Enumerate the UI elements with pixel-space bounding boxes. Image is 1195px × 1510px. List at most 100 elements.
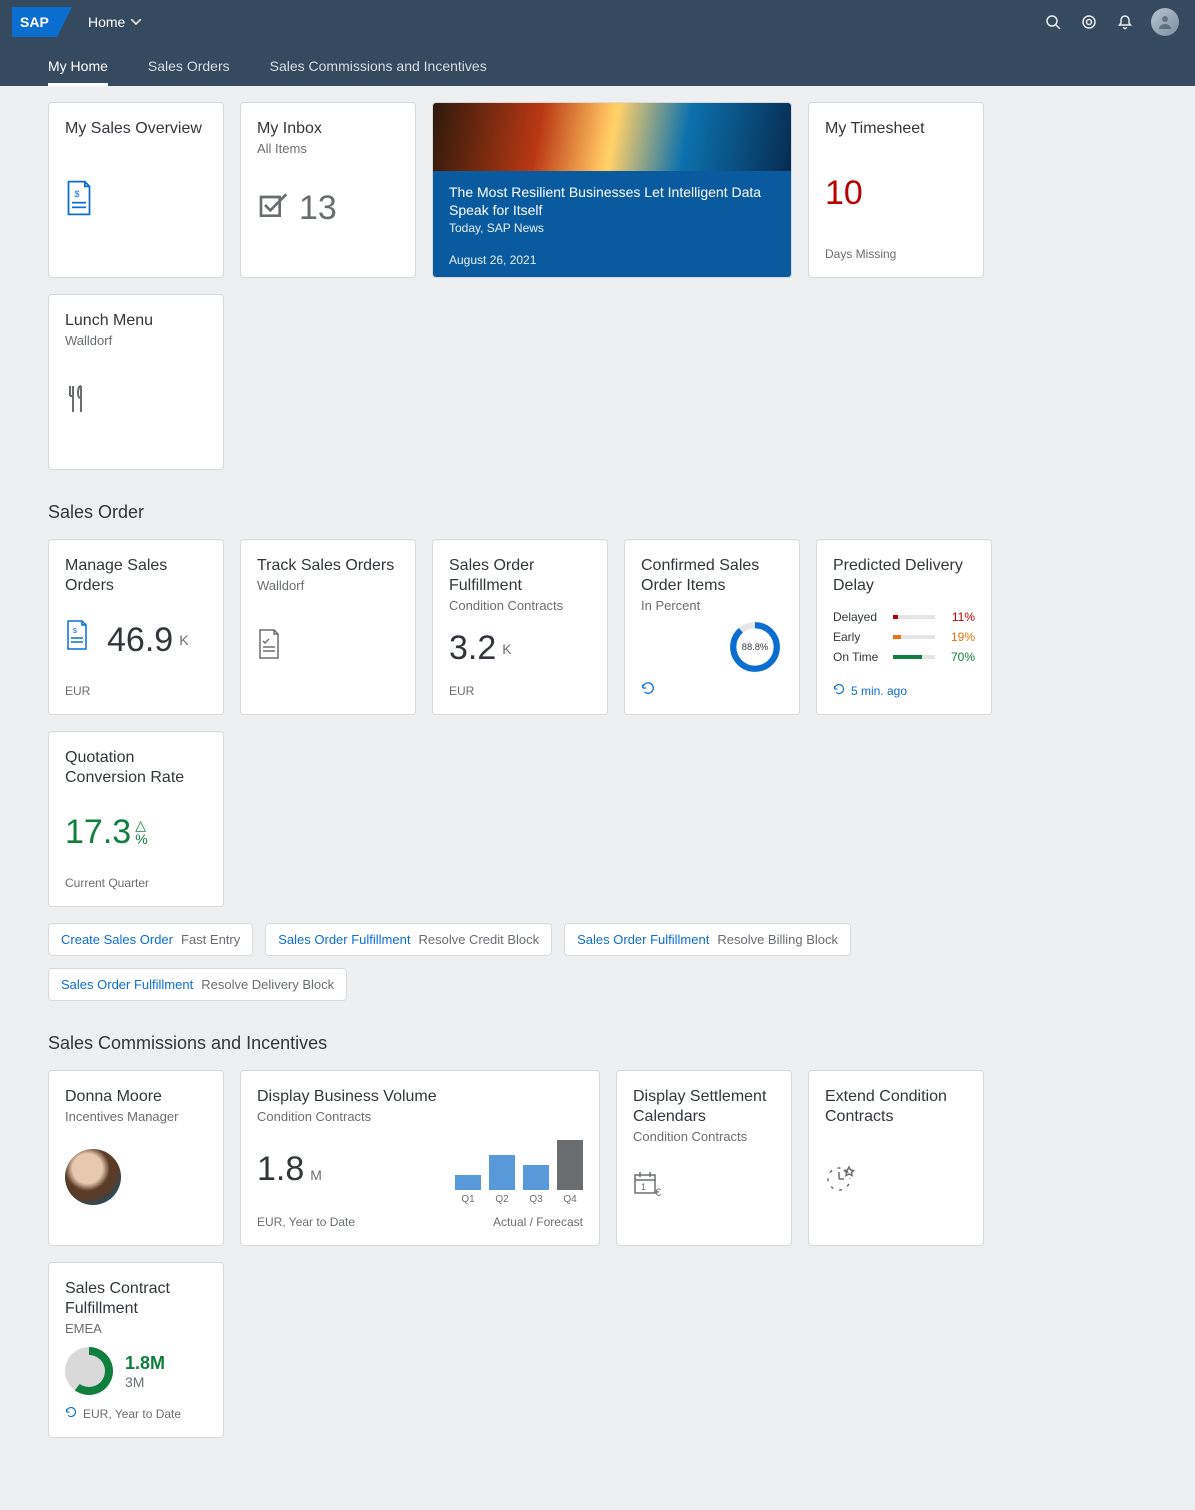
user-avatar[interactable] bbox=[1151, 8, 1179, 36]
tile-extend-contracts[interactable]: Extend Condition Contracts bbox=[808, 1070, 984, 1246]
tile-subtitle: EMEA bbox=[65, 1321, 207, 1336]
logo-area: SAP Home bbox=[0, 7, 141, 37]
news-body: The Most Resilient Businesses Let Intell… bbox=[433, 171, 791, 277]
contract-secondary: 3M bbox=[125, 1374, 165, 1390]
tile-manage-sales-orders[interactable]: Manage Sales Orders $ 46.9 K EUR bbox=[48, 539, 224, 715]
timesheet-value: 10 bbox=[825, 174, 863, 213]
svg-text:$: $ bbox=[74, 189, 80, 199]
status-rows: Delayed 11% Early 19% On Time 70% bbox=[833, 610, 975, 670]
tile-person[interactable]: Donna Moore Incentives Manager bbox=[48, 1070, 224, 1246]
pie-chart bbox=[65, 1347, 113, 1395]
refresh-icon[interactable] bbox=[641, 684, 655, 698]
cutlery-icon bbox=[65, 384, 89, 417]
contract-primary: 1.8M bbox=[125, 1353, 165, 1374]
page-content: My Sales Overview $ My Inbox All Items 1… bbox=[0, 86, 1195, 1510]
volume-value: 1.8 bbox=[257, 1150, 304, 1189]
tile-title: Display Settlement Calendars bbox=[633, 1087, 775, 1127]
link-resolve-credit[interactable]: Sales Order Fulfillment Resolve Credit B… bbox=[265, 923, 552, 956]
status-row-early: Early 19% bbox=[833, 630, 975, 644]
section-heading-sales-order: Sales Order bbox=[48, 502, 1147, 523]
link-resolve-delivery[interactable]: Sales Order Fulfillment Resolve Delivery… bbox=[48, 968, 347, 1001]
quick-links: Create Sales Order Fast Entry Sales Orde… bbox=[48, 923, 1147, 1001]
tile-confirmed-items[interactable]: Confirmed Sales Order Items In Percent 8… bbox=[624, 539, 800, 715]
news-date: August 26, 2021 bbox=[449, 253, 775, 267]
approval-icon bbox=[257, 189, 289, 229]
inbox-count: 13 bbox=[299, 189, 337, 228]
quotation-unit: % bbox=[135, 832, 147, 846]
donut-label: 88.8% bbox=[742, 642, 768, 652]
contract-footer: EUR, Year to Date bbox=[83, 1407, 181, 1421]
tile-subtitle: All Items bbox=[257, 141, 399, 156]
tile-title: My Timesheet bbox=[825, 119, 967, 139]
tile-title: Track Sales Orders bbox=[257, 556, 399, 576]
news-image bbox=[433, 103, 791, 171]
tab-commissions[interactable]: Sales Commissions and Incentives bbox=[270, 48, 487, 86]
tile-delivery-delay[interactable]: Predicted Delivery Delay Delayed 11% Ear… bbox=[816, 539, 992, 715]
tile-footer: EUR bbox=[449, 684, 591, 698]
status-row-delayed: Delayed 11% bbox=[833, 610, 975, 624]
bell-icon[interactable] bbox=[1107, 4, 1143, 40]
copilot-icon[interactable] bbox=[1071, 4, 1107, 40]
trend-up-icon: △ bbox=[135, 818, 147, 832]
tile-business-volume[interactable]: Display Business Volume Condition Contra… bbox=[240, 1070, 600, 1246]
shell-header: SAP Home bbox=[0, 0, 1195, 44]
tile-subtitle: Condition Contracts bbox=[449, 598, 591, 613]
link-resolve-billing[interactable]: Sales Order Fulfillment Resolve Billing … bbox=[564, 923, 851, 956]
donut-chart: 88.8% bbox=[727, 619, 783, 675]
svg-text:SAP: SAP bbox=[20, 14, 49, 30]
quotation-value: 17.3 bbox=[65, 813, 131, 852]
tile-title: Predicted Delivery Delay bbox=[833, 556, 975, 596]
app-selector-label: Home bbox=[88, 14, 125, 30]
refresh-icon[interactable] bbox=[65, 1406, 77, 1421]
tile-contract-fulfillment[interactable]: Sales Contract Fulfillment EMEA 1.8M 3M … bbox=[48, 1262, 224, 1438]
tile-footer: Days Missing bbox=[825, 247, 967, 261]
sap-logo[interactable]: SAP bbox=[12, 7, 72, 37]
tile-title: Sales Contract Fulfillment bbox=[65, 1279, 207, 1319]
link-create-sales-order[interactable]: Create Sales Order Fast Entry bbox=[48, 923, 253, 956]
tile-sales-overview[interactable]: My Sales Overview $ bbox=[48, 102, 224, 278]
top-tile-row: My Sales Overview $ My Inbox All Items 1… bbox=[48, 102, 1147, 470]
tile-timesheet[interactable]: My Timesheet 10 Days Missing bbox=[808, 102, 984, 278]
tile-title: Donna Moore bbox=[65, 1087, 207, 1107]
checklist-icon bbox=[257, 629, 281, 662]
sales-document-icon: $ bbox=[65, 180, 97, 220]
tile-footer: EUR bbox=[65, 684, 207, 698]
tile-lunch[interactable]: Lunch Menu Walldorf bbox=[48, 294, 224, 470]
tile-subtitle: In Percent bbox=[641, 598, 783, 613]
tile-title: My Sales Overview bbox=[65, 119, 207, 139]
calendar-euro-icon: 1€ bbox=[633, 1170, 665, 1203]
tab-my-home[interactable]: My Home bbox=[48, 48, 108, 86]
clock-star-icon bbox=[825, 1161, 857, 1196]
volume-footer-left: EUR, Year to Date bbox=[257, 1215, 355, 1229]
tile-news[interactable]: The Most Resilient Businesses Let Intell… bbox=[432, 102, 792, 278]
tile-track-sales-orders[interactable]: Track Sales Orders Walldorf bbox=[240, 539, 416, 715]
svg-text:1: 1 bbox=[641, 1182, 646, 1192]
section-heading-commissions: Sales Commissions and Incentives bbox=[48, 1033, 1147, 1054]
tile-subtitle: Walldorf bbox=[65, 333, 207, 348]
volume-footer-right: Actual / Forecast bbox=[493, 1215, 583, 1229]
svg-text:$: $ bbox=[73, 628, 77, 635]
tab-sales-orders[interactable]: Sales Orders bbox=[148, 48, 230, 86]
fulfillment-unit: K bbox=[502, 641, 511, 657]
sales-order-tiles: Manage Sales Orders $ 46.9 K EUR Track S… bbox=[48, 539, 1147, 907]
status-row-ontime: On Time 70% bbox=[833, 650, 975, 664]
tile-settlement[interactable]: Display Settlement Calendars Condition C… bbox=[616, 1070, 792, 1246]
tile-subtitle: Condition Contracts bbox=[633, 1129, 775, 1144]
commissions-tiles: Donna Moore Incentives Manager Display B… bbox=[48, 1070, 1147, 1438]
refresh-time: 5 min. ago bbox=[851, 684, 907, 698]
fulfillment-value: 3.2 bbox=[449, 629, 496, 668]
tile-title: Quotation Conversion Rate bbox=[65, 748, 207, 788]
tile-quotation-rate[interactable]: Quotation Conversion Rate 17.3 △ % Curre… bbox=[48, 731, 224, 907]
refresh-icon[interactable] bbox=[833, 683, 845, 698]
tile-subtitle: Incentives Manager bbox=[65, 1109, 207, 1124]
search-icon[interactable] bbox=[1035, 4, 1071, 40]
tile-fulfillment[interactable]: Sales Order Fulfillment Condition Contra… bbox=[432, 539, 608, 715]
tile-title: My Inbox bbox=[257, 119, 399, 139]
manage-value: 46.9 bbox=[107, 621, 173, 660]
svg-text:€: € bbox=[655, 1187, 661, 1199]
tile-title: Manage Sales Orders bbox=[65, 556, 207, 596]
tile-title: Sales Order Fulfillment bbox=[449, 556, 591, 596]
tile-title: Display Business Volume bbox=[257, 1087, 583, 1107]
app-selector[interactable]: Home bbox=[88, 14, 141, 30]
tile-inbox[interactable]: My Inbox All Items 13 bbox=[240, 102, 416, 278]
